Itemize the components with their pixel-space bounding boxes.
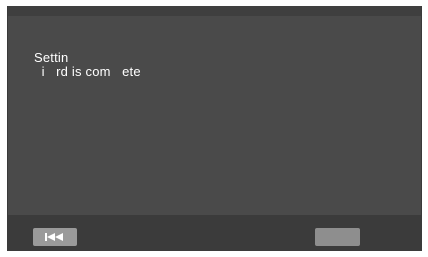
top-strip — [8, 6, 421, 16]
next-button[interactable] — [315, 228, 360, 246]
wizard-screen: Settin i rd is com ete — [7, 6, 422, 251]
navigation-bar — [8, 215, 421, 251]
completion-message: Settin i rd is com ete — [34, 51, 141, 79]
skip-to-start-icon — [44, 232, 66, 242]
message-line-1: Settin — [34, 50, 69, 65]
previous-button[interactable] — [33, 228, 77, 246]
message-line-2: i rd is com ete — [34, 64, 141, 79]
